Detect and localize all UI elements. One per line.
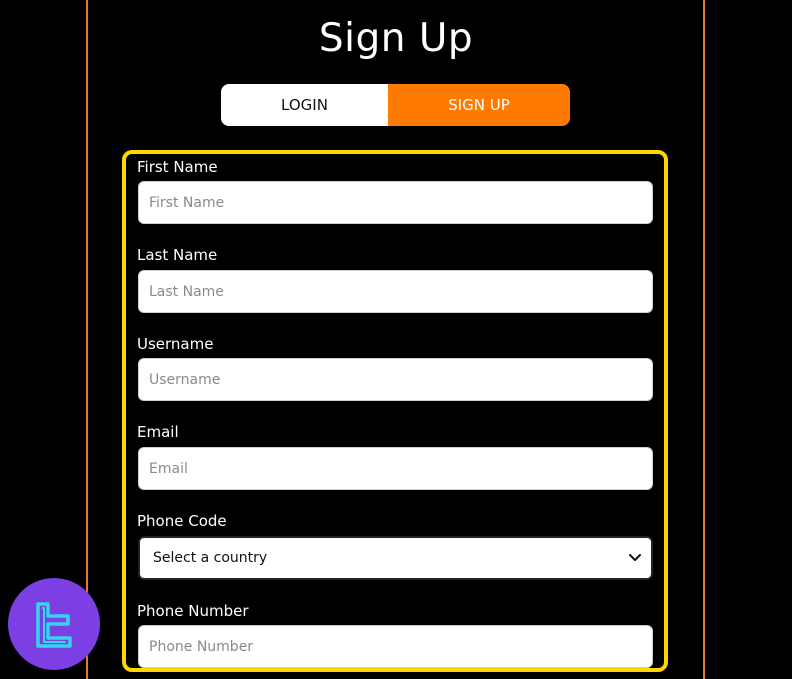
signup-form — [122, 150, 668, 672]
chevron-down-icon — [623, 546, 647, 570]
last-name-label: Last Name — [137, 246, 218, 264]
email-input[interactable] — [138, 447, 653, 490]
phone-code-selected: Select a country — [153, 550, 268, 566]
signup-page: Sign Up LOGIN SIGN UP First Name Last Na… — [0, 0, 792, 679]
panel-border-left — [86, 0, 88, 679]
first-name-input[interactable] — [138, 181, 653, 224]
page-title: Sign Up — [318, 16, 474, 61]
tab-signup[interactable]: SIGN UP — [388, 84, 570, 126]
last-name-input[interactable] — [138, 270, 653, 313]
email-label: Email — [137, 423, 179, 441]
username-input[interactable] — [138, 358, 653, 401]
tc-logo-icon — [8, 578, 100, 670]
username-label: Username — [137, 335, 214, 353]
phone-number-label: Phone Number — [137, 602, 249, 620]
auth-tabs: LOGIN SIGN UP — [221, 84, 570, 126]
tab-login[interactable]: LOGIN — [221, 84, 388, 126]
phone-code-select[interactable]: Select a country — [138, 536, 653, 580]
phone-number-input[interactable] — [138, 625, 653, 668]
phone-code-label: Phone Code — [137, 512, 227, 530]
panel-border-right — [703, 0, 705, 679]
first-name-label: First Name — [137, 158, 218, 176]
